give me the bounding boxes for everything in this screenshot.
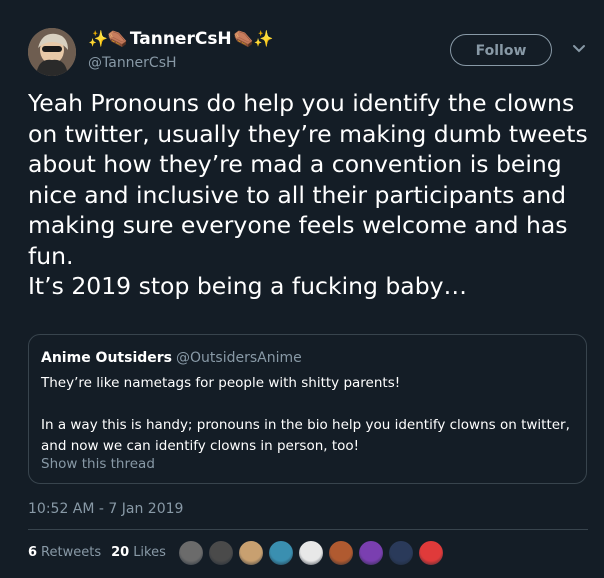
sparkles-coffin-emoji: ✨⚰️ (88, 29, 128, 48)
liker-avatar[interactable] (298, 540, 324, 566)
divider (28, 529, 588, 530)
retweets-stat[interactable]: 6 Retweets (28, 541, 101, 565)
liker-avatar[interactable] (418, 540, 444, 566)
retweets-label: Retweets (41, 545, 102, 560)
tweet-text: Yeah Pronouns do help you identify the c… (28, 89, 588, 300)
liker-avatar[interactable] (388, 540, 414, 566)
liker-avatar[interactable] (328, 540, 354, 566)
likes-stat[interactable]: 20 Likes (111, 541, 166, 565)
display-name[interactable]: ✨⚰️ TannerCsH ⚰️✨ (88, 26, 274, 52)
liker-avatar[interactable] (178, 540, 204, 566)
quoted-tweet-text: They’re like nametags for people with sh… (41, 375, 570, 454)
retweets-count: 6 (28, 545, 38, 560)
quoted-tweet-author: Anime Outsiders @OutsidersAnime (41, 349, 302, 367)
liker-avatar[interactable] (358, 540, 384, 566)
user-handle[interactable]: @TannerCsH (88, 53, 274, 73)
liker-avatars (178, 540, 448, 566)
user-names: ✨⚰️ TannerCsH ⚰️✨ @TannerCsH (88, 26, 274, 73)
tweet-header: ✨⚰️ TannerCsH ⚰️✨ @TannerCsH Follow (28, 26, 588, 78)
avatar-image (28, 28, 76, 76)
quoted-tweet[interactable]: Anime Outsiders @OutsidersAnime They’re l… (28, 334, 587, 484)
likes-count: 20 (111, 545, 130, 560)
liker-avatar[interactable] (268, 540, 294, 566)
likes-label: Likes (133, 545, 166, 560)
display-name-text: TannerCsH (129, 29, 232, 49)
liker-avatar[interactable] (238, 540, 264, 566)
avatar[interactable] (28, 28, 76, 76)
coffin-sparkles-emoji: ⚰️✨ (233, 29, 274, 48)
tweet-timestamp[interactable]: 10:52 AM - 7 Jan 2019 (28, 499, 183, 519)
follow-button[interactable]: Follow (450, 34, 552, 66)
chevron-down-icon[interactable] (572, 44, 586, 54)
tweet-stats: 6 Retweets 20 Likes (28, 541, 176, 565)
liker-avatar[interactable] (208, 540, 234, 566)
quoted-author-handle: @OutsidersAnime (176, 350, 302, 366)
quoted-author-name: Anime Outsiders (41, 350, 173, 366)
show-thread-link[interactable]: Show this thread (41, 455, 155, 473)
